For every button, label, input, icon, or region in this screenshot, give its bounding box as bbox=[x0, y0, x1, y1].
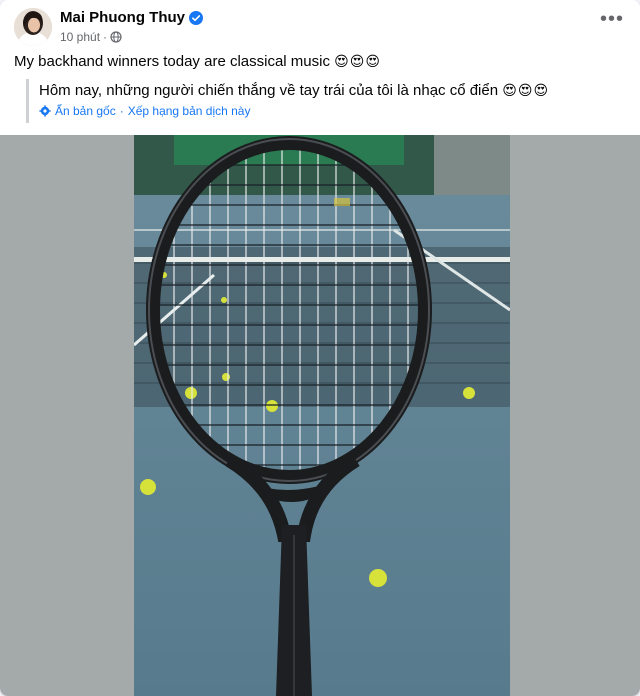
globe-icon bbox=[110, 31, 122, 43]
actions-separator: · bbox=[119, 104, 124, 118]
translation-actions: Ẩn bản gốc · Xếp hạng bản dịch này bbox=[39, 104, 626, 118]
translation-text-row: Hôm nay, những người chiến thắng về tay … bbox=[39, 82, 626, 99]
hide-original-link[interactable]: Ẩn bản gốc bbox=[55, 104, 116, 118]
verified-badge-icon bbox=[189, 10, 203, 25]
video-frame-racket bbox=[134, 135, 510, 696]
rate-translation-link[interactable]: Xếp hạng bản dịch này bbox=[128, 104, 251, 118]
post-media bbox=[0, 135, 640, 696]
translation-block: Hôm nay, những người chiến thắng về tay … bbox=[26, 79, 626, 123]
meta-separator: · bbox=[103, 30, 108, 44]
translation-text: Hôm nay, những người chiến thắng về tay … bbox=[39, 82, 499, 99]
translation-emoji: 😍😍😍 bbox=[502, 82, 550, 98]
caption-text: My backhand winners today are classical … bbox=[14, 53, 330, 70]
post-meta: 10 phút · bbox=[60, 30, 122, 44]
caption-emoji: 😍😍😍 bbox=[334, 53, 381, 69]
avatar-image bbox=[14, 8, 52, 46]
video-player[interactable] bbox=[134, 135, 510, 696]
post-timestamp[interactable]: 10 phút bbox=[60, 30, 100, 44]
author-name[interactable]: Mai Phuong Thuy bbox=[60, 9, 203, 26]
translate-settings-icon bbox=[39, 105, 51, 117]
facebook-post: Mai Phuong Thuy 10 phút · ••• My backhan… bbox=[0, 0, 640, 696]
author-name-text[interactable]: Mai Phuong Thuy bbox=[60, 9, 185, 26]
avatar[interactable] bbox=[14, 8, 52, 46]
post-caption: My backhand winners today are classical … bbox=[14, 53, 381, 70]
more-options-icon[interactable]: ••• bbox=[598, 9, 626, 34]
post-header: Mai Phuong Thuy 10 phút · ••• bbox=[14, 8, 626, 48]
